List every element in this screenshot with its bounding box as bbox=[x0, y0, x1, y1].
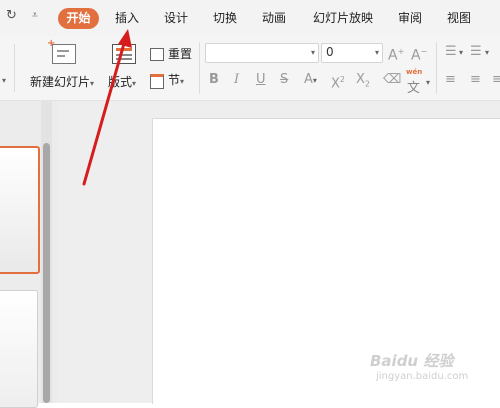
new-slide-label: 新建幻灯片 bbox=[30, 75, 91, 89]
font-size-value: 0 bbox=[326, 45, 334, 59]
baidu-watermark: Baidu 经验 jingyan.baidu.com bbox=[370, 350, 468, 382]
decrease-font-size-icon[interactable]: A− bbox=[411, 44, 427, 64]
clipped-dropdown-icon[interactable]: ▾ bbox=[2, 76, 6, 85]
ribbon-separator bbox=[14, 44, 15, 92]
section-button[interactable]: 节▾ bbox=[168, 72, 184, 90]
font-size-select[interactable]: 0 ▾ bbox=[321, 43, 383, 63]
section-label: 节 bbox=[168, 73, 181, 87]
align-right-icon[interactable]: ≡ bbox=[492, 72, 500, 88]
pinyin-guide-icon[interactable]: wén 文 bbox=[405, 68, 425, 96]
slide-thumbnail-1[interactable] bbox=[0, 146, 40, 274]
text-effect-icon[interactable]: A▾ bbox=[304, 72, 317, 89]
superscript-icon[interactable]: X2 bbox=[331, 72, 345, 92]
quick-access-dropdown-icon[interactable]: ⩡ bbox=[32, 10, 38, 21]
new-slide-plus-icon: + bbox=[47, 38, 56, 49]
underline-icon[interactable]: U bbox=[256, 72, 266, 88]
redo-icon[interactable]: ↻ bbox=[6, 8, 17, 23]
increase-font-size-icon[interactable]: A+ bbox=[388, 44, 404, 64]
bold-icon[interactable]: B bbox=[209, 72, 219, 88]
ribbon-separator bbox=[436, 42, 437, 94]
chevron-down-icon: ▾ bbox=[90, 79, 95, 88]
section-icon bbox=[150, 74, 164, 89]
chevron-down-icon: ▾ bbox=[132, 79, 137, 88]
layout-icon[interactable] bbox=[112, 44, 136, 64]
new-slide-icon[interactable] bbox=[52, 44, 76, 64]
tab-home[interactable]: 开始 bbox=[58, 8, 99, 29]
slide-thumbnail-2[interactable] bbox=[0, 290, 38, 408]
ribbon-separator bbox=[199, 42, 200, 94]
chevron-down-icon: ▾ bbox=[374, 48, 379, 57]
reset-icon bbox=[150, 48, 164, 61]
chevron-down-icon: ▾ bbox=[180, 77, 185, 86]
numbered-list-icon[interactable]: ☰ bbox=[470, 44, 482, 60]
watermark-title: Baidu 经验 bbox=[370, 352, 454, 370]
reset-button[interactable]: 重置 bbox=[168, 46, 192, 62]
ribbon: ▾ + 新建幻灯片▾ 版式▾ 重置 节▾ ▾ 0 ▾ A+ A− B I U S… bbox=[0, 36, 500, 101]
chevron-down-icon: ▾ bbox=[310, 48, 315, 57]
bullet-list-icon[interactable]: ☰ bbox=[445, 44, 457, 60]
tab-transitions[interactable]: 切换 bbox=[213, 9, 237, 27]
scrollbar-thumb[interactable] bbox=[43, 143, 50, 403]
align-center-icon[interactable]: ≡ bbox=[470, 72, 481, 88]
layout-button[interactable]: 版式▾ bbox=[108, 74, 136, 92]
chevron-down-icon[interactable]: ▾ bbox=[426, 78, 430, 87]
strikethrough-icon[interactable]: S bbox=[280, 72, 288, 88]
align-left-icon[interactable]: ≡ bbox=[445, 72, 456, 88]
tab-insert[interactable]: 插入 bbox=[115, 9, 139, 27]
watermark-url: jingyan.baidu.com bbox=[376, 371, 469, 382]
subscript-icon[interactable]: X2 bbox=[356, 72, 370, 93]
tab-slideshow[interactable]: 幻灯片放映 bbox=[313, 9, 373, 27]
italic-icon[interactable]: I bbox=[234, 72, 239, 88]
new-slide-button[interactable]: 新建幻灯片▾ bbox=[30, 74, 94, 92]
chevron-down-icon[interactable]: ▾ bbox=[459, 48, 463, 57]
font-name-select[interactable]: ▾ bbox=[205, 43, 319, 63]
tab-animations[interactable]: 动画 bbox=[262, 9, 286, 27]
layout-label: 版式 bbox=[108, 75, 133, 89]
tab-design[interactable]: 设计 bbox=[164, 9, 188, 27]
chevron-down-icon[interactable]: ▾ bbox=[485, 48, 489, 57]
tab-view[interactable]: 视图 bbox=[447, 9, 471, 27]
clear-format-icon[interactable]: ⌫ bbox=[383, 72, 401, 88]
tab-review[interactable]: 审阅 bbox=[398, 9, 422, 27]
menu-bar: ↻ ⩡ 开始 插入 设计 切换 动画 幻灯片放映 审阅 视图 bbox=[0, 0, 500, 36]
